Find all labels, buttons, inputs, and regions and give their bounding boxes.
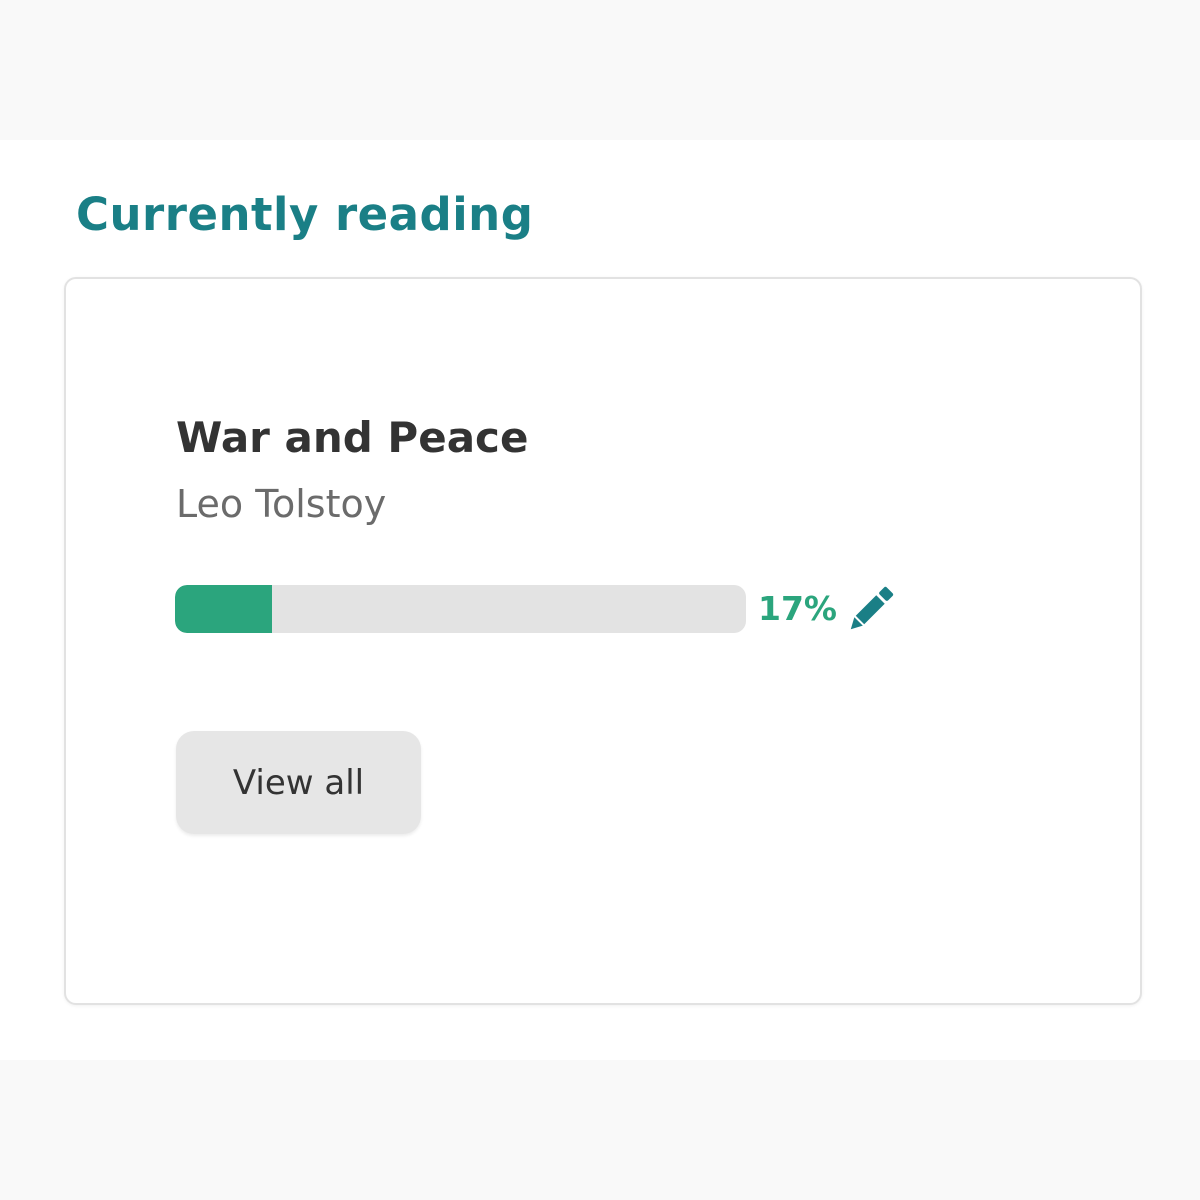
progress-bar bbox=[175, 585, 746, 633]
view-all-button[interactable]: View all bbox=[176, 731, 421, 834]
book-title[interactable]: War and Peace bbox=[176, 410, 528, 466]
book-author: Leo Tolstoy bbox=[176, 482, 387, 526]
section-title: Currently reading bbox=[76, 188, 534, 241]
progress-percent: 17% bbox=[758, 589, 837, 628]
progress-bar-fill bbox=[175, 585, 273, 633]
pencil-icon bbox=[850, 586, 894, 630]
edit-progress-button[interactable] bbox=[842, 580, 902, 636]
current-book-card bbox=[64, 277, 1142, 1005]
